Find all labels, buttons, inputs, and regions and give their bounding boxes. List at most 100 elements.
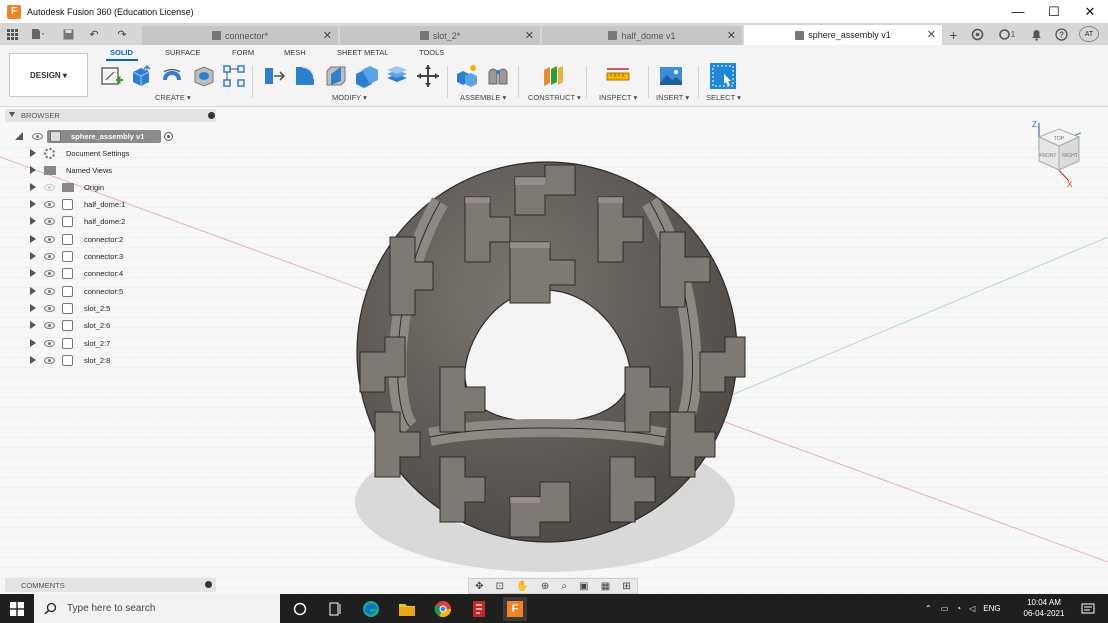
expand-triangle-icon[interactable] [30,356,36,364]
wifi-icon[interactable]: ◔ [956,604,961,613]
press-pull-icon[interactable] [262,64,286,88]
pattern-icon[interactable] [222,64,246,88]
visibility-eye-icon[interactable] [44,236,55,243]
visibility-eye-icon[interactable] [32,133,43,140]
extrude-icon[interactable] [129,64,153,88]
browser-item-slot-2-8[interactable]: slot_2:8 [0,352,220,369]
viewports-icon[interactable]: ⊞ [622,581,630,592]
show-hidden-icons-icon[interactable]: ⌃ [925,604,932,613]
hole-icon[interactable] [192,64,216,88]
combine-icon[interactable] [385,64,409,88]
file-explorer-icon[interactable] [397,599,417,619]
assemble-menu[interactable]: ASSEMBLE ▾ [460,93,506,102]
browser-item-connector-5[interactable]: connector:5 [0,283,220,300]
expand-triangle-icon[interactable] [30,149,36,157]
select-icon[interactable] [709,62,737,90]
expand-triangle-icon[interactable] [30,287,36,295]
viewcube-face-top[interactable]: TOP [1054,136,1065,142]
fusion-taskbar-icon[interactable]: F [503,597,527,621]
notifications-icon[interactable] [1078,599,1098,619]
viewcube-face-right[interactable]: RIGHT [1062,153,1078,159]
new-tab-button[interactable]: + [946,27,961,43]
chrome-browser-icon[interactable] [433,599,453,619]
tab-sphere-assembly[interactable]: sphere_assembly v1 ✕ [744,25,942,45]
battery-icon[interactable]: ▭ [941,604,949,613]
browser-header[interactable]: BROWSER [5,109,216,122]
expand-triangle-icon[interactable] [30,200,36,208]
expand-triangle-icon[interactable] [30,166,36,174]
browser-item-slot-2-5[interactable]: slot_2:5 [0,300,220,317]
expand-triangle-icon[interactable] [30,269,36,277]
user-avatar[interactable]: AT [1079,26,1099,42]
tab-slot-2[interactable]: slot_2* ✕ [340,26,540,45]
browser-item-half-dome-2[interactable]: half_dome:2 [0,213,220,230]
grid-settings-icon[interactable]: ▦ [601,581,610,592]
browser-item-half-dome-1[interactable]: half_dome:1 [0,196,220,213]
browser-item-connector-2[interactable]: connector:2 [0,231,220,248]
expand-triangle-icon[interactable] [30,252,36,260]
browser-item-origin[interactable]: Origin [0,179,220,196]
pan-icon[interactable]: ✋ [516,581,528,592]
language-indicator[interactable]: ENG [983,604,1000,613]
browser-item-slot-2-7[interactable]: slot_2:7 [0,335,220,352]
expand-triangle-icon[interactable] [30,339,36,347]
insert-image-icon[interactable] [659,64,683,88]
redo-icon[interactable]: ↷ [112,26,132,42]
create-menu[interactable]: CREATE ▾ [155,93,191,102]
create-sketch-icon[interactable] [100,64,124,88]
zoom-icon[interactable]: ⊕ [541,581,549,592]
start-button[interactable] [0,594,34,623]
inspect-menu[interactable]: INSPECT ▾ [599,93,637,102]
expand-triangle-icon[interactable] [30,183,36,191]
visibility-eye-icon[interactable] [44,357,55,364]
look-at-icon[interactable]: ⊡ [496,581,504,592]
visibility-eye-icon[interactable] [44,322,55,329]
visibility-eye-icon[interactable] [44,218,55,225]
maximize-button[interactable]: ☐ [1036,0,1072,23]
close-tab-icon[interactable]: ✕ [927,28,936,41]
expand-triangle-icon[interactable] [30,235,36,243]
expand-triangle-icon[interactable] [30,304,36,312]
undo-icon[interactable]: ↶ [84,26,104,42]
widgets-icon[interactable] [326,599,346,619]
edge-browser-icon[interactable] [361,599,381,619]
taskbar-clock[interactable]: 10:04 AM 06-04-2021 [1014,597,1074,619]
comments-panel-header[interactable]: COMMENTS [5,578,216,592]
select-menu[interactable]: SELECT ▾ [706,93,741,102]
browser-item-connector-3[interactable]: connector:3 [0,248,220,265]
display-settings-icon[interactable]: ▣ [579,581,588,592]
tab-half-dome[interactable]: half_dome v1 ✕ [542,26,742,45]
browser-item-document-settings[interactable]: Document Settings [0,145,220,162]
fillet-icon[interactable] [293,64,317,88]
browser-root-row[interactable]: sphere_assembly v1 [0,128,220,145]
fit-icon[interactable]: ⌕ [561,581,567,592]
add-comment-icon[interactable] [205,581,212,588]
panel-pin-icon[interactable] [208,112,215,119]
viewcube-face-front[interactable]: FRONT [1039,153,1056,159]
taskbar-search-box[interactable]: Type here to search [34,594,280,623]
ribbon-tab-solid[interactable]: SOLID [110,48,133,57]
notification-bell-icon[interactable] [1029,27,1044,42]
ribbon-tab-form[interactable]: FORM [232,48,254,57]
visibility-eye-icon[interactable] [44,270,55,277]
ribbon-tab-sheet-metal[interactable]: SHEET METAL [337,48,388,57]
grid-menu-icon[interactable] [4,26,20,42]
tab-connector[interactable]: connector* ✕ [142,26,338,45]
expand-triangle-icon[interactable] [30,321,36,329]
ribbon-tab-mesh[interactable]: MESH [284,48,306,57]
close-tab-icon[interactable]: ✕ [727,29,736,42]
visibility-eye-icon[interactable] [44,340,55,347]
ribbon-tab-tools[interactable]: TOOLS [419,48,444,57]
joint-icon[interactable] [486,64,510,88]
construct-menu[interactable]: CONSTRUCT ▾ [528,93,581,102]
orbit-icon[interactable]: ✥ [475,581,483,592]
visibility-eye-icon[interactable] [44,253,55,260]
new-component-icon[interactable] [455,64,479,88]
visibility-eye-icon[interactable] [44,305,55,312]
browser-item-slot-2-6[interactable]: slot_2:6 [0,317,220,334]
file-menu-icon[interactable] [28,26,48,42]
browser-item-named-views[interactable]: Named Views [0,162,220,179]
insert-menu[interactable]: INSERT ▾ [656,93,689,102]
job-status-icon[interactable]: 1 [995,27,1019,42]
visibility-eye-icon[interactable] [44,288,55,295]
